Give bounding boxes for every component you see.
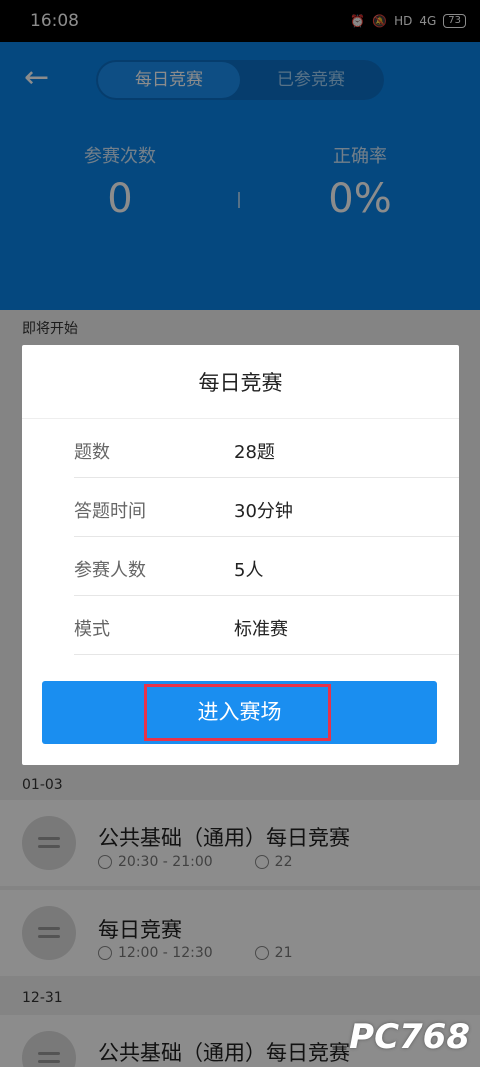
dialog-row-label: 模式: [74, 619, 110, 640]
contest-dialog: 每日竞赛 题数 28题 答题时间 30分钟 参赛人数 5人 模式 标准赛 进入赛…: [22, 345, 459, 765]
dialog-row-label: 参赛人数: [74, 560, 146, 581]
enter-contest-button[interactable]: 进入赛场: [42, 681, 437, 744]
dialog-row-time: 答题时间 30分钟: [74, 478, 459, 537]
dialog-row-value: 28题: [234, 442, 275, 463]
dialog-title: 每日竞赛: [22, 345, 459, 419]
dialog-row-value: 5人: [234, 560, 264, 581]
dialog-row-label: 题数: [74, 442, 110, 463]
watermark-logo: PC768: [349, 1017, 470, 1057]
dialog-row-value: 标准赛: [234, 619, 288, 640]
dialog-row-value: 30分钟: [234, 501, 293, 522]
dialog-row-questions: 题数 28题: [74, 419, 459, 478]
dialog-row-participants: 参赛人数 5人: [74, 537, 459, 596]
dialog-row-label: 答题时间: [74, 501, 146, 522]
dialog-row-mode: 模式 标准赛: [74, 596, 459, 655]
